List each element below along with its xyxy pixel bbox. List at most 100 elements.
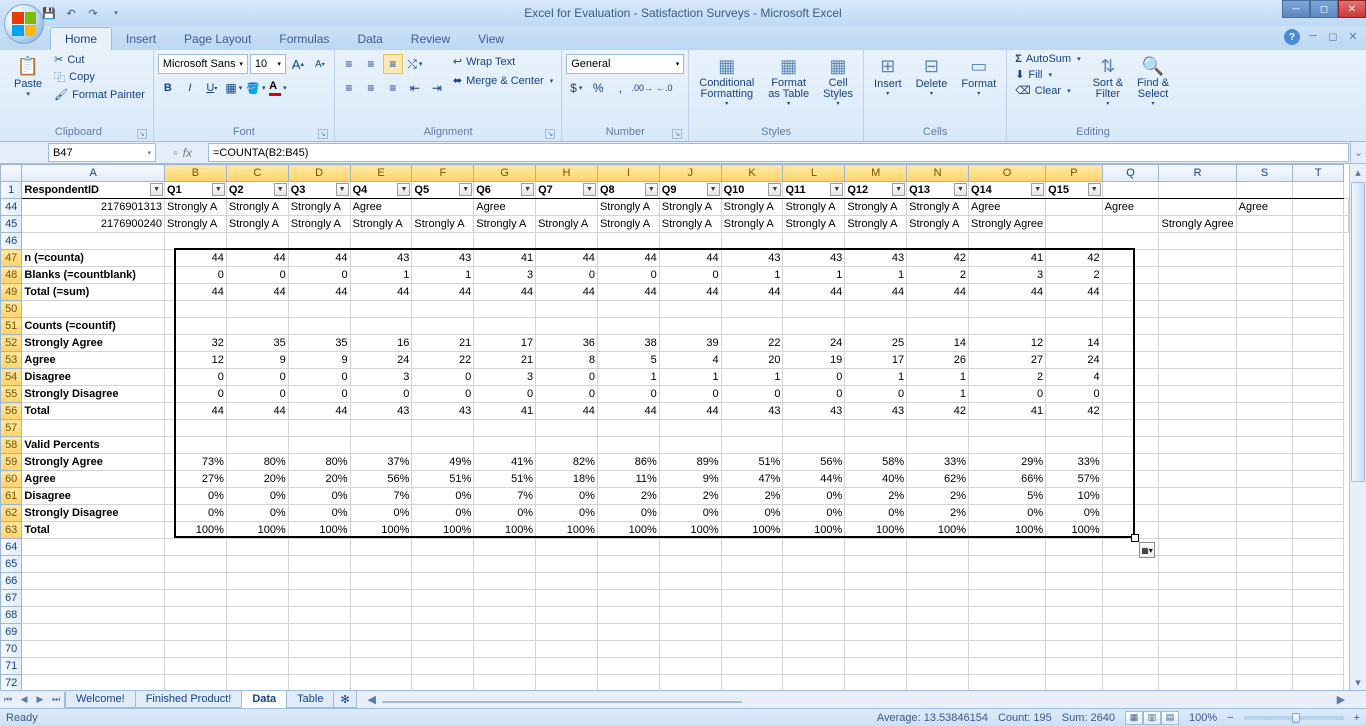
filter-arrow-icon[interactable]: ▼: [459, 183, 472, 196]
cell-label[interactable]: Total: [22, 522, 165, 539]
cell[interactable]: [969, 573, 1046, 590]
cell[interactable]: 42: [1046, 403, 1103, 420]
cell[interactable]: [1236, 522, 1293, 539]
cell[interactable]: [783, 301, 845, 318]
row-header-65[interactable]: 65: [1, 556, 22, 573]
cell[interactable]: [536, 318, 598, 335]
office-button[interactable]: [4, 4, 44, 44]
filter-arrow-icon[interactable]: ▼: [768, 183, 781, 196]
cell[interactable]: [412, 420, 474, 437]
header-cell[interactable]: Q1▼: [165, 182, 227, 199]
cell[interactable]: [1102, 658, 1159, 675]
cell[interactable]: 100%: [721, 522, 783, 539]
cell[interactable]: [474, 420, 536, 437]
cell[interactable]: 44: [659, 250, 721, 267]
font-color-button[interactable]: A: [268, 78, 288, 98]
cell[interactable]: Strongly A: [536, 216, 598, 233]
orientation-icon[interactable]: ⤭: [405, 54, 425, 74]
cell[interactable]: 43: [350, 403, 412, 420]
italic-button[interactable]: I: [180, 78, 200, 98]
cell[interactable]: [1102, 386, 1159, 403]
cell[interactable]: 14: [1046, 335, 1103, 352]
cell[interactable]: [165, 233, 227, 250]
cell[interactable]: Agree: [969, 199, 1046, 216]
cell[interactable]: 1: [721, 267, 783, 284]
scroll-up-icon[interactable]: ▴: [1350, 164, 1366, 180]
cell[interactable]: [597, 573, 659, 590]
cell[interactable]: 24: [783, 335, 845, 352]
cell[interactable]: 20: [721, 352, 783, 369]
zoom-level[interactable]: 100%: [1189, 712, 1217, 724]
cell[interactable]: 43: [845, 250, 907, 267]
number-format-combo[interactable]: General▾: [566, 54, 684, 74]
cell[interactable]: [783, 573, 845, 590]
col-header-K[interactable]: K: [721, 165, 783, 182]
cell[interactable]: [1293, 199, 1344, 216]
cell[interactable]: 21: [412, 335, 474, 352]
cell[interactable]: 3: [969, 267, 1046, 284]
next-sheet-icon[interactable]: ▶: [32, 692, 48, 708]
cell[interactable]: 0: [226, 369, 288, 386]
cell[interactable]: 12: [969, 335, 1046, 352]
col-header-N[interactable]: N: [907, 165, 969, 182]
cell[interactable]: [845, 624, 907, 641]
cell[interactable]: [907, 624, 969, 641]
cell[interactable]: [22, 641, 165, 658]
vscroll-thumb[interactable]: [1351, 182, 1365, 482]
cell[interactable]: [1236, 318, 1293, 335]
cell[interactable]: [783, 233, 845, 250]
cell[interactable]: [659, 233, 721, 250]
cell[interactable]: [536, 573, 598, 590]
cell[interactable]: 2176900240: [22, 216, 165, 233]
cell[interactable]: [969, 590, 1046, 607]
cell[interactable]: [1159, 284, 1236, 301]
cell[interactable]: 100%: [845, 522, 907, 539]
col-header-Q[interactable]: Q: [1102, 165, 1159, 182]
cell[interactable]: [350, 590, 412, 607]
decrease-decimal-icon[interactable]: ←.0: [654, 78, 674, 98]
cell[interactable]: [1236, 505, 1293, 522]
col-header-A[interactable]: A: [22, 165, 165, 182]
header-cell[interactable]: Q6▼: [474, 182, 536, 199]
cell[interactable]: [783, 318, 845, 335]
col-header-E[interactable]: E: [350, 165, 412, 182]
cell[interactable]: [22, 658, 165, 675]
undo-icon[interactable]: ↶: [62, 4, 80, 22]
cell[interactable]: Strongly A: [907, 199, 969, 216]
cell[interactable]: [226, 556, 288, 573]
cell[interactable]: 89%: [659, 454, 721, 471]
cell[interactable]: 0%: [969, 505, 1046, 522]
percent-format-icon[interactable]: %: [588, 78, 608, 98]
mdi-restore-icon[interactable]: ◻: [1326, 29, 1340, 43]
cell[interactable]: 44: [597, 284, 659, 301]
cell-label[interactable]: Counts (=countif): [22, 318, 165, 335]
col-header-T[interactable]: T: [1293, 165, 1344, 182]
cell[interactable]: 1: [783, 267, 845, 284]
font-launcher-icon[interactable]: ↘: [318, 129, 328, 139]
cell[interactable]: [474, 233, 536, 250]
cell[interactable]: [474, 573, 536, 590]
cell[interactable]: [1236, 386, 1293, 403]
cell[interactable]: [1159, 318, 1236, 335]
cell[interactable]: [907, 556, 969, 573]
cell[interactable]: [288, 437, 350, 454]
cell[interactable]: Strongly A: [659, 199, 721, 216]
cell[interactable]: [597, 539, 659, 556]
cell[interactable]: 73%: [165, 454, 227, 471]
zoom-slider[interactable]: [1244, 716, 1344, 720]
cell[interactable]: [474, 437, 536, 454]
hscroll-thumb[interactable]: [382, 701, 742, 703]
cell[interactable]: [474, 658, 536, 675]
cell[interactable]: [288, 675, 350, 691]
cell[interactable]: [165, 658, 227, 675]
cell[interactable]: [226, 590, 288, 607]
cell[interactable]: [1236, 233, 1293, 250]
first-sheet-icon[interactable]: ⏮: [0, 692, 16, 708]
cell[interactable]: [22, 607, 165, 624]
cell[interactable]: 0%: [1046, 505, 1103, 522]
cell[interactable]: [597, 590, 659, 607]
cell[interactable]: [597, 675, 659, 691]
cell[interactable]: [165, 641, 227, 658]
cell[interactable]: [969, 437, 1046, 454]
col-header-R[interactable]: R: [1159, 165, 1236, 182]
